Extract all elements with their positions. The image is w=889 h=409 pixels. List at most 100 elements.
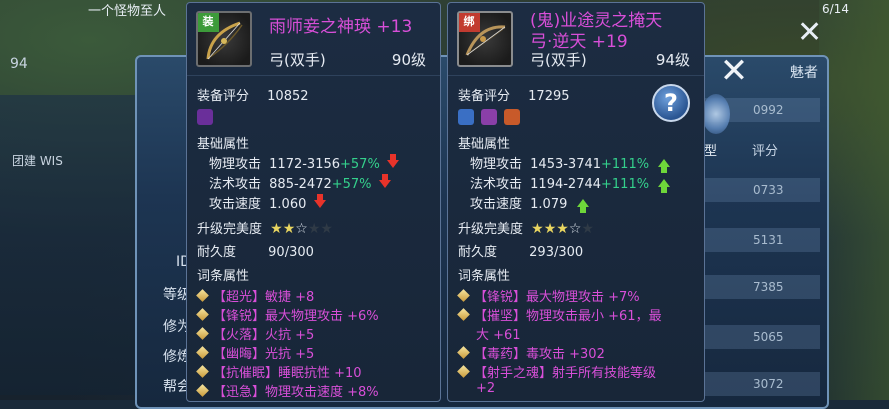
stat-bonus: +57% <box>340 157 380 172</box>
diamond-bullet-icon <box>197 309 209 321</box>
model-toggle-label[interactable]: 型 <box>704 140 717 159</box>
stat-row: 物理攻击 1172-3156+57% <box>209 153 399 172</box>
help-button[interactable]: ? <box>652 84 690 122</box>
affix-text: 敏捷 +8 <box>265 290 315 305</box>
right-score-cell: 0733 <box>705 178 820 202</box>
star-rating: ★★★☆★ <box>531 221 594 237</box>
stat-label: 攻击速度 <box>209 197 262 212</box>
gem-slot-icon <box>481 109 498 125</box>
stat-label: 法术攻击 <box>209 177 262 192</box>
close-icon[interactable]: ✕ <box>797 18 827 48</box>
score-row: 装备评分 17295 <box>458 85 570 104</box>
durability-label: 耐久度 <box>458 245 498 260</box>
perfection-label: 升级完美度 <box>458 222 524 237</box>
affix-text: 睡眠抗性 +10 <box>278 366 362 381</box>
model-toggle-icon[interactable] <box>702 94 730 134</box>
star-icon: ★ <box>543 221 557 237</box>
durability-label: 耐久度 <box>197 245 237 260</box>
stat-label: 攻击速度 <box>470 197 523 212</box>
stat-value: 1.060 <box>269 197 307 212</box>
diamond-bullet-icon <box>197 366 209 378</box>
gem-slots <box>197 109 216 125</box>
affix-tag: 【射手之魂】 <box>474 366 553 381</box>
score-label: 装备评分 <box>197 89 250 104</box>
stat-row: 法术攻击 1194-2744+111% <box>470 173 671 193</box>
stat-value: 885-2472 <box>269 177 332 192</box>
affix-text: 火抗 +5 <box>265 328 315 343</box>
affix-tag: 【毒药】 <box>474 347 527 362</box>
diamond-bullet-icon <box>197 347 209 359</box>
affix-tag: 【迅急】 <box>213 385 266 400</box>
diamond-bullet-icon <box>458 366 470 378</box>
perfection-label: 升级完美度 <box>197 222 263 237</box>
affix-text: 大 +61 <box>476 328 521 343</box>
affix-row: 【射手之魂】射手所有技能等级 <box>458 362 656 381</box>
affix-text: 物理攻击最小 +61，最 <box>526 309 662 324</box>
item-name-line: (鬼)业途灵之掩天 <box>530 11 663 31</box>
stat-bonus: +57% <box>331 177 372 192</box>
perfection-row: 升级完美度 ★★☆★★ <box>197 218 333 237</box>
star-icon: ★ <box>270 221 283 237</box>
bow-item-icon: 绑 <box>457 11 513 67</box>
star-icon: ★ <box>282 221 296 237</box>
close-icon[interactable]: ✕ <box>718 54 750 88</box>
gem-slots <box>458 109 523 125</box>
diamond-bullet-icon <box>458 347 470 359</box>
right-header-tab[interactable]: 魅者 <box>790 62 818 82</box>
affix-text: 毒攻击 +302 <box>526 347 605 362</box>
stat-row: 攻击速度 1.060 <box>209 193 326 212</box>
stat-row: 法术攻击 885-2472+57% <box>209 173 391 192</box>
compare-item-tooltip: 绑 (鬼)业途灵之掩天 弓·逆天 +19 弓(双手) 94级 装备评分 1729… <box>447 2 705 402</box>
right-score-cell: 3072 <box>705 372 820 396</box>
diamond-bullet-icon <box>197 385 209 397</box>
stat-bonus: +111% <box>601 157 650 172</box>
stat-label: 物理攻击 <box>209 157 262 172</box>
right-score-cell: 5065 <box>705 325 820 349</box>
base-attr-label: 基础属性 <box>458 137 511 152</box>
item-level: 90级 <box>391 51 426 69</box>
affix-row: 大 +61 <box>476 324 521 343</box>
top-left-title: 一个怪物至人 <box>88 4 167 19</box>
left-level: 94 <box>10 56 28 72</box>
equipped-item-tooltip: 装 雨师妾之神瑛 +13 弓(双手) 90级 装备评分 10852 基础属性 物… <box>186 2 441 402</box>
stat-row: 攻击速度 1.079 <box>470 193 589 213</box>
affix-tag: 【锋锐】 <box>474 290 527 305</box>
affix-row: 【摧坚】物理攻击最小 +61，最 <box>458 305 662 324</box>
score-label: 装备评分 <box>458 89 511 104</box>
top-right-counter: 6/14 <box>822 2 849 16</box>
affix-row: 【幽晦】光抗 +5 <box>197 343 314 362</box>
star-icon: ★ <box>320 221 333 237</box>
stat-value: 1172-3156 <box>269 157 341 172</box>
stat-label: 法术攻击 <box>470 177 523 192</box>
score-row: 装备评分 10852 <box>197 85 309 104</box>
affix-tag: 【幽晦】 <box>213 347 266 362</box>
affix-text: 最大物理攻击 +6% <box>265 309 379 324</box>
affix-tag: 【锋锐】 <box>213 309 266 324</box>
gem-slot-icon <box>458 109 474 125</box>
affix-tag: 【超光】 <box>213 290 266 305</box>
left-guild: 团建 WIS <box>12 154 63 168</box>
durability-value: 293/300 <box>529 245 584 260</box>
stat-bonus: +111% <box>601 177 650 192</box>
affix-row: 【火落】火抗 +5 <box>197 324 314 343</box>
gem-slot-icon <box>504 109 521 125</box>
scene-right-edge <box>819 0 889 400</box>
item-type: 弓(双手) <box>530 51 587 69</box>
diamond-bullet-icon <box>197 290 209 302</box>
star-rating: ★★☆★★ <box>270 221 333 237</box>
affix-tag: 【抗催眠】 <box>213 366 279 381</box>
stat-value: 1453-3741 <box>530 157 602 172</box>
star-icon: ★ <box>531 221 544 237</box>
star-icon: ★ <box>581 221 594 237</box>
score-value: 10852 <box>267 89 309 104</box>
stat-value: 1.079 <box>530 197 568 212</box>
affix-row: 【迅急】物理攻击速度 +8% <box>197 381 379 400</box>
right-score-label: 评分 <box>752 144 779 159</box>
item-header: 装 雨师妾之神瑛 +13 弓(双手) 90级 <box>187 3 440 76</box>
affix-text: 物理攻击速度 +8% <box>265 385 379 400</box>
right-score-cell: 7385 <box>705 275 820 299</box>
star-icon: ☆ <box>295 221 308 237</box>
item-name: (鬼)业途灵之掩天 弓·逆天 +19 <box>530 11 662 53</box>
affix-tag: 【火落】 <box>213 328 266 343</box>
durability-row: 耐久度 90/300 <box>197 241 314 260</box>
